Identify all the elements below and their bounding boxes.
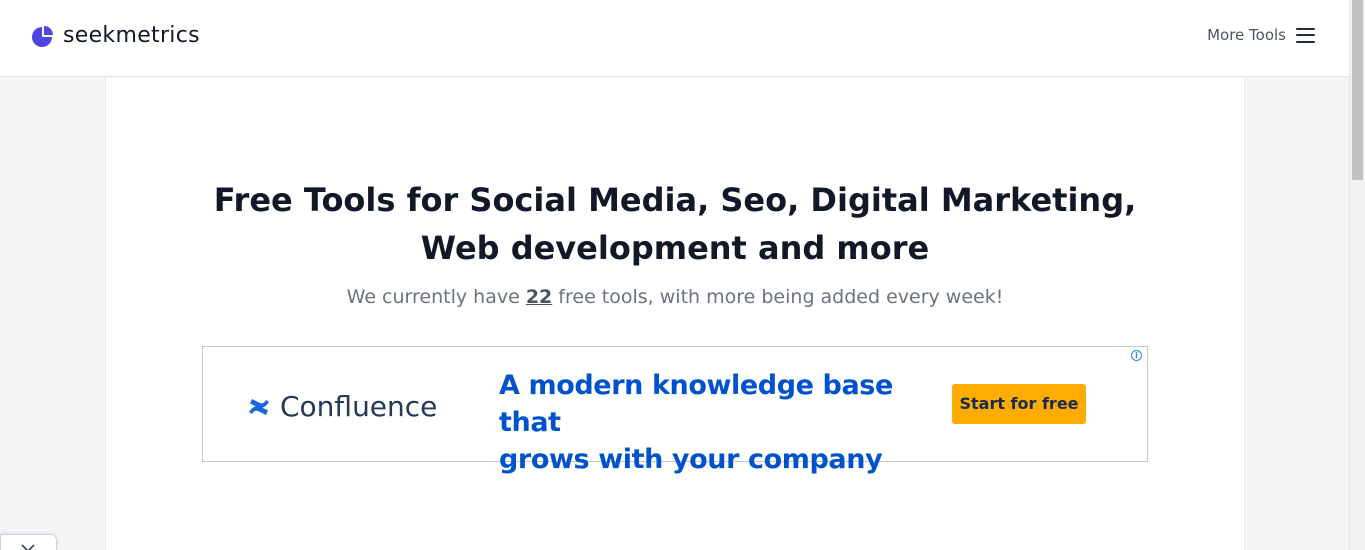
ad-brand-name: Confluence (280, 390, 438, 423)
confluence-logo-icon (249, 398, 269, 415)
pie-chart-icon (32, 25, 53, 47)
more-tools-label: More Tools (1207, 26, 1286, 44)
hamburger-menu-icon (1296, 27, 1315, 43)
main-content: Free Tools for Social Media, Seo, Digita… (105, 78, 1245, 550)
ad-cta-button[interactable]: Start for free (952, 384, 1086, 424)
ad-banner[interactable]: i Confluence A modern knowledge base tha… (202, 346, 1148, 475)
ad-headline: A modern knowledge base that grows with … (499, 367, 919, 478)
brand-name: seekmetrics (63, 23, 200, 48)
tool-count-link[interactable]: 22 (526, 286, 552, 308)
scrollbar-thumb[interactable] (1352, 0, 1363, 180)
info-icon[interactable]: i (1131, 350, 1142, 361)
page-title: Free Tools for Social Media, Seo, Digita… (106, 176, 1244, 272)
close-icon (21, 544, 35, 550)
page-scrollbar[interactable] (1349, 0, 1365, 550)
more-tools-button[interactable]: More Tools (1207, 26, 1315, 44)
page-title-line-1: Free Tools for Social Media, Seo, Digita… (213, 181, 1137, 219)
ad-brand: Confluence (247, 390, 437, 423)
subtitle-suffix: free tools, with more being added every … (552, 286, 1004, 308)
ad-headline-line-2: grows with your company (499, 444, 883, 475)
subtitle-prefix: We currently have (346, 286, 526, 308)
site-header: seekmetrics More Tools (0, 0, 1349, 77)
page-title-line-2: Web development and more (420, 229, 930, 267)
page-subtitle: We currently have 22 free tools, with mo… (106, 286, 1244, 308)
ad-headline-line-1: A modern knowledge base that (499, 370, 893, 438)
close-ad-tab[interactable] (0, 534, 57, 550)
brand-logo-link[interactable]: seekmetrics (31, 23, 200, 48)
